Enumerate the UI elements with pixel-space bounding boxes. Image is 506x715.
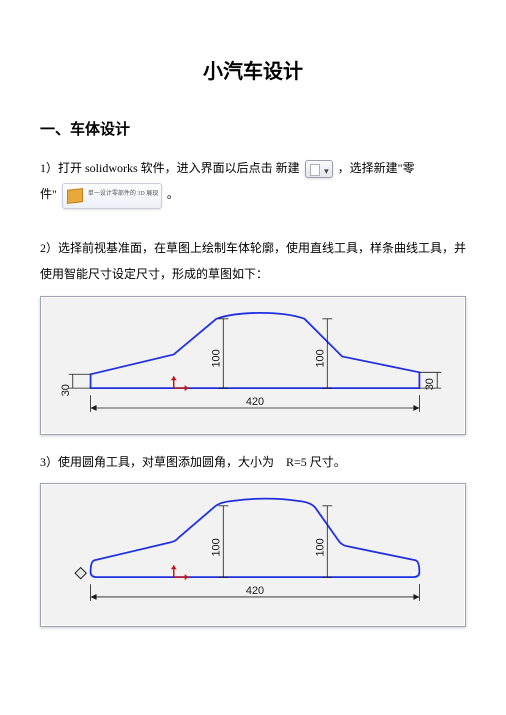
dim-bottom-a: 420: [246, 396, 264, 408]
step-3-radius: R=5 尺寸。: [286, 455, 346, 469]
new-document-icon: [305, 160, 333, 178]
step-1-text-c: 件": [40, 187, 57, 201]
sketch-diagram-1: 30 30 100 100 420: [40, 296, 466, 435]
sketch-svg-2: 100 100 420: [45, 488, 461, 622]
step-2-paragraph: 2）选择前视基准面，在草图上绘制车体轮廓，使用直线工具，样条曲线工具，并使用智能…: [40, 235, 466, 288]
step-1-paragraph: 1）打开 solidworks 软件，进入界面以后点击 新建 ，选择新建"零: [40, 155, 466, 181]
dim-right-1: 30: [424, 378, 436, 390]
part-template-icon: 单一设计零部件的 3D 展现: [62, 183, 162, 209]
document-title: 小汽车设计: [40, 50, 466, 94]
dim-mid2-a: 100: [314, 349, 326, 367]
step-1-text-d: 。: [167, 187, 179, 201]
dim-mid1-b: 100: [210, 538, 222, 556]
dim-bottom-b: 420: [246, 585, 264, 597]
step-3-text: 3）使用圆角工具，对草图添加圆角，大小为: [40, 455, 274, 469]
step-1-paragraph-cont: 件" 单一设计零部件的 3D 展现 。: [40, 181, 466, 208]
dim-mid2-b: 100: [314, 538, 326, 556]
step-1-text-b: ，选择新建"零: [338, 161, 415, 175]
sketch-diagram-2: 100 100 420: [40, 483, 466, 627]
section-heading-1: 一、车体设计: [40, 114, 466, 147]
dim-mid1-a: 100: [210, 349, 222, 367]
dim-left-1: 30: [60, 384, 72, 396]
step-1-text-a: 1）打开 solidworks 软件，进入界面以后点击 新建: [40, 161, 300, 175]
sketch-svg-1: 30 30 100 100 420: [45, 301, 461, 430]
step-3-paragraph: 3）使用圆角工具，对草图添加圆角，大小为 R=5 尺寸。: [40, 449, 466, 475]
